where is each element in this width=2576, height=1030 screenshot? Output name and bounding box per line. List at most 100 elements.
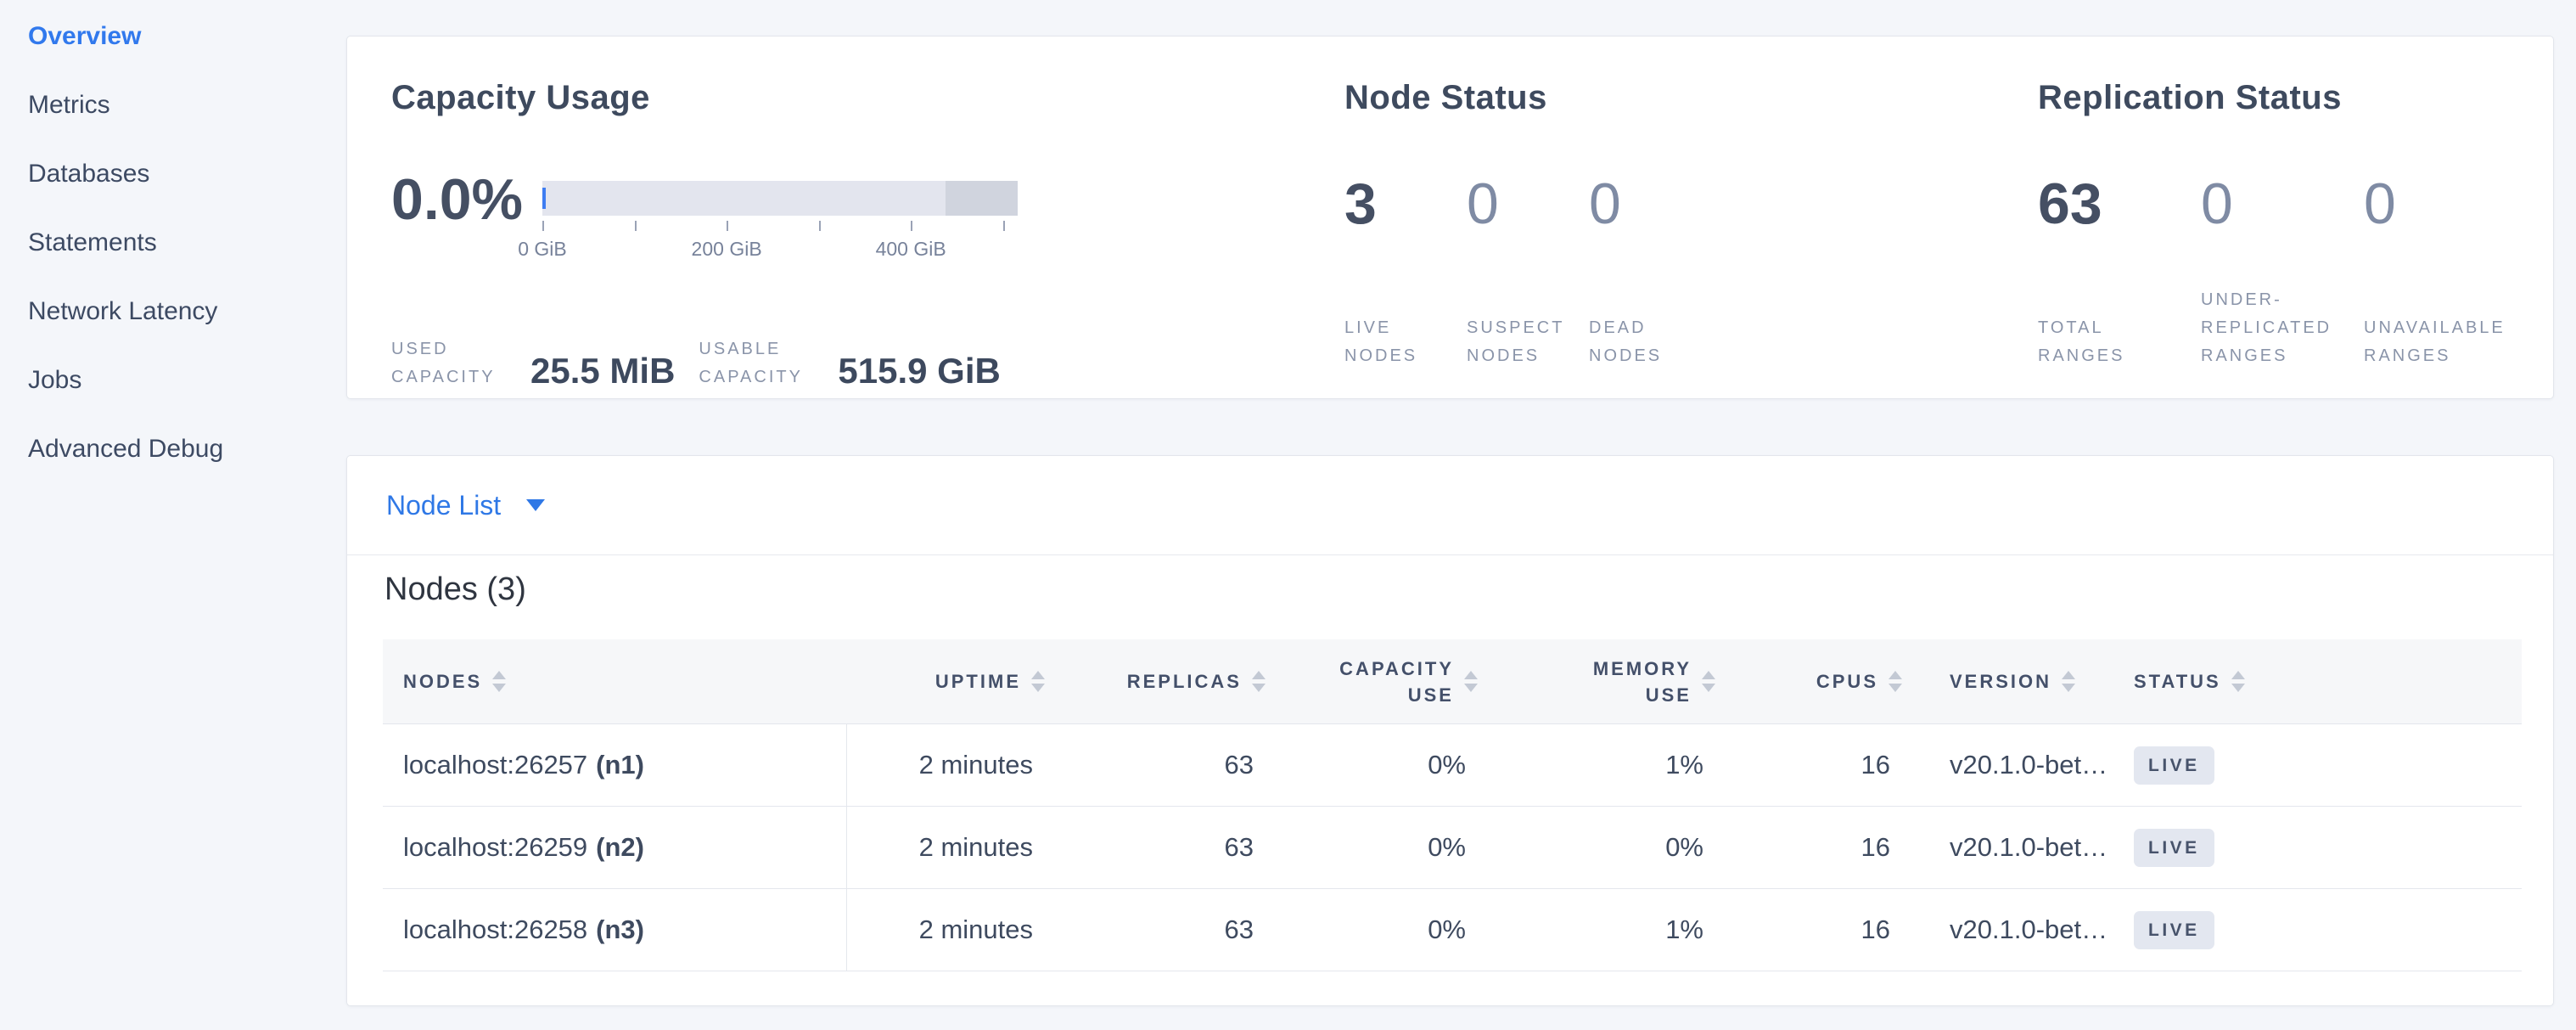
capacity-used-percent: 0.0%	[391, 171, 523, 228]
node-id: (n2)	[596, 832, 644, 863]
replication-status-title: Replication Status	[2038, 79, 2342, 117]
table-row-node-3[interactable]: localhost:26258 (n3) 2 minutes 63 0% 1% 1…	[383, 889, 2522, 971]
version-cell: v20.1.0-bet…	[1919, 889, 2119, 971]
status-badge: LIVE	[2134, 911, 2214, 949]
table-row-node-2[interactable]: localhost:26259 (n2) 2 minutes 63 0% 0% 1…	[383, 807, 2522, 889]
capacity-use-cell: 0%	[1282, 807, 1495, 888]
capacity-gauge: 0 GiB 200 GiB 400 GiB	[542, 181, 1018, 262]
node-id: (n1)	[596, 750, 644, 780]
nodes-count-heading: Nodes (3)	[384, 571, 526, 608]
replicas-cell: 63	[1062, 724, 1282, 806]
replicas-cell: 63	[1062, 807, 1282, 888]
capacity-gauge-bar	[542, 181, 1018, 216]
sort-icon[interactable]	[1252, 671, 1266, 692]
total-ranges-count: 63	[2038, 175, 2186, 233]
memory-use-cell: 1%	[1495, 889, 1732, 971]
status-badge: LIVE	[2134, 829, 2214, 867]
dead-nodes-stat: 0 DEAD NODES	[1589, 175, 1684, 370]
sort-icon[interactable]	[492, 671, 506, 692]
total-ranges-stat: 63 TOTAL RANGES	[2038, 175, 2186, 370]
dead-nodes-label: DEAD NODES	[1589, 314, 1684, 370]
sidebar-item-network-latency[interactable]: Network Latency	[0, 277, 340, 346]
uptime-cell: 2 minutes	[846, 724, 1062, 806]
cluster-overview-page: { "sidebar": { "items": [ {"label": "Ove…	[0, 0, 2576, 1030]
node-list-dropdown-label[interactable]: Node List	[386, 490, 501, 521]
column-header-capacity-use[interactable]: CAPACITY USE	[1282, 639, 1495, 723]
sidebar-nav: Overview Metrics Databases Statements Ne…	[0, 2, 340, 483]
column-label: CPUS	[1816, 668, 1878, 695]
column-label: MEMORY USE	[1556, 656, 1692, 708]
capacity-use-cell: 0%	[1282, 889, 1495, 971]
suspect-nodes-label: SUSPECT NODES	[1467, 314, 1562, 370]
used-capacity-value: 25.5 MiB	[530, 353, 675, 391]
node-address-cell[interactable]: localhost:26257(n1)	[383, 724, 846, 806]
cluster-summary-card: Capacity Usage 0.0% 0 GiB 200 GiB 400 Gi…	[346, 36, 2554, 399]
node-list-dropdown[interactable]: Node List	[347, 456, 2553, 555]
table-row-node-1[interactable]: localhost:26257(n1) 2 minutes 63 0% 1% 1…	[383, 724, 2522, 807]
column-label: UPTIME	[935, 668, 1021, 695]
sort-icon[interactable]	[2231, 671, 2245, 692]
capacity-gauge-ticks	[542, 221, 1018, 231]
version-cell: v20.1.0-bet…	[1919, 724, 2119, 806]
capacity-use-cell: 0%	[1282, 724, 1495, 806]
sort-icon[interactable]	[1889, 671, 1902, 692]
version-cell: v20.1.0-bet…	[1919, 807, 2119, 888]
live-nodes-stat: 3 LIVE NODES	[1344, 175, 1440, 370]
node-status-stats: 3 LIVE NODES 0 SUSPECT NODES 0 DEAD NODE…	[1344, 175, 1711, 370]
under-replicated-ranges-stat: 0 UNDER-REPLICATED RANGES	[2201, 175, 2349, 370]
status-badge: LIVE	[2134, 746, 2214, 785]
node-id: (n3)	[596, 915, 644, 945]
node-address-cell[interactable]: localhost:26259 (n2)	[383, 807, 846, 888]
nodes-table: NODES UPTIME REPLICAS CAPACITY USE MEMOR…	[383, 639, 2522, 971]
memory-use-cell: 0%	[1495, 807, 1732, 888]
capacity-footer-stats: USED CAPACITY 25.5 MiB USABLE CAPACITY 5…	[391, 335, 1001, 391]
cpus-cell: 16	[1732, 807, 1919, 888]
dead-nodes-count: 0	[1589, 175, 1684, 233]
unavailable-ranges-count: 0	[2364, 175, 2512, 233]
capacity-gauge-reserved-segment	[946, 181, 1018, 216]
cpus-cell: 16	[1732, 889, 1919, 971]
replicas-cell: 63	[1062, 889, 1282, 971]
axis-label-400gib: 400 GiB	[876, 238, 946, 261]
sidebar-item-metrics[interactable]: Metrics	[0, 70, 340, 139]
memory-use-cell: 1%	[1495, 724, 1732, 806]
sort-icon[interactable]	[1031, 671, 1045, 692]
column-label: STATUS	[2134, 668, 2221, 695]
under-replicated-ranges-count: 0	[2201, 175, 2349, 233]
sort-icon[interactable]	[1702, 671, 1715, 692]
axis-label-200gib: 200 GiB	[692, 238, 762, 261]
sort-icon[interactable]	[1464, 671, 1478, 692]
unavailable-ranges-stat: 0 UNAVAILABLE RANGES	[2364, 175, 2512, 370]
column-header-replicas[interactable]: REPLICAS	[1062, 639, 1282, 723]
column-label: NODES	[403, 668, 482, 695]
uptime-cell: 2 minutes	[846, 889, 1062, 971]
node-status-title: Node Status	[1344, 79, 1547, 117]
column-header-uptime[interactable]: UPTIME	[846, 639, 1062, 723]
column-label: VERSION	[1950, 668, 2051, 695]
usable-capacity-label: USABLE CAPACITY	[699, 335, 817, 391]
column-label: CAPACITY USE	[1318, 656, 1454, 708]
uptime-cell: 2 minutes	[846, 807, 1062, 888]
column-label: REPLICAS	[1127, 668, 1242, 695]
sidebar-item-statements[interactable]: Statements	[0, 208, 340, 277]
sidebar-item-overview[interactable]: Overview	[0, 2, 340, 70]
node-list-card: Node List Nodes (3) NODES UPTIME REPLICA…	[346, 455, 2554, 1006]
column-header-memory-use[interactable]: MEMORY USE	[1495, 639, 1732, 723]
status-cell: LIVE	[2119, 807, 2522, 888]
sort-icon[interactable]	[2062, 671, 2075, 692]
node-address: localhost:26258	[403, 915, 587, 945]
under-replicated-ranges-label: UNDER-REPLICATED RANGES	[2201, 286, 2349, 370]
sidebar-item-jobs[interactable]: Jobs	[0, 346, 340, 414]
sidebar-item-advanced-debug[interactable]: Advanced Debug	[0, 414, 340, 483]
column-header-nodes[interactable]: NODES	[383, 639, 846, 723]
column-header-cpus[interactable]: CPUS	[1732, 639, 1919, 723]
sidebar-item-databases[interactable]: Databases	[0, 139, 340, 208]
node-address: localhost:26259	[403, 832, 587, 863]
column-header-status[interactable]: STATUS	[2119, 639, 2522, 723]
live-nodes-label: LIVE NODES	[1344, 314, 1440, 370]
capacity-gauge-axis: 0 GiB 200 GiB 400 GiB	[542, 238, 1018, 262]
status-cell: LIVE	[2119, 724, 2522, 806]
column-header-version[interactable]: VERSION	[1919, 639, 2119, 723]
cpus-cell: 16	[1732, 724, 1919, 806]
node-address-cell[interactable]: localhost:26258 (n3)	[383, 889, 846, 971]
